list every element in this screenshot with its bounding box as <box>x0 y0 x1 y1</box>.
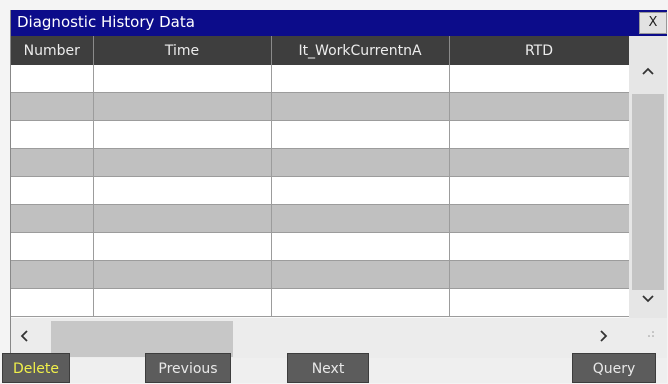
table-cell[interactable] <box>11 92 94 121</box>
table-cell[interactable] <box>11 120 94 149</box>
table-cell[interactable] <box>11 288 94 317</box>
table-cell[interactable] <box>11 65 94 93</box>
table-cell[interactable] <box>11 176 94 205</box>
table-cell[interactable] <box>271 232 450 261</box>
table-cell[interactable] <box>449 260 629 289</box>
table-cell[interactable] <box>93 288 272 317</box>
horizontal-scrollbar[interactable] <box>11 318 667 358</box>
table-row[interactable] <box>11 232 629 261</box>
query-button[interactable]: Query <box>572 353 656 383</box>
table-cell[interactable] <box>93 148 272 177</box>
table-cell[interactable] <box>93 204 272 233</box>
table-cell[interactable] <box>449 92 629 121</box>
table-cell[interactable] <box>11 204 94 233</box>
title-bar: Diagnostic History Data X <box>11 10 667 36</box>
table-cell[interactable] <box>271 92 450 121</box>
table-row[interactable] <box>11 92 629 121</box>
column-header-work-current[interactable]: It_WorkCurrentnA <box>271 36 450 65</box>
table-cell[interactable] <box>449 232 629 261</box>
column-header-time[interactable]: Time <box>93 36 272 65</box>
window-title: Diagnostic History Data <box>17 13 195 31</box>
scroll-down-icon[interactable] <box>629 284 667 314</box>
resize-grip-icon[interactable] <box>647 330 655 341</box>
table-cell[interactable] <box>11 232 94 261</box>
horizontal-scroll-thumb[interactable] <box>51 321 233 357</box>
table-cell[interactable] <box>93 92 272 121</box>
vertical-scroll-thumb[interactable] <box>632 94 664 290</box>
next-button[interactable]: Next <box>287 353 369 383</box>
table-cell[interactable] <box>93 260 272 289</box>
column-header-rtd[interactable]: RTD <box>449 36 629 65</box>
table-cell[interactable] <box>271 204 450 233</box>
table-cell[interactable] <box>271 65 450 93</box>
table-cell[interactable] <box>11 148 94 177</box>
close-button[interactable]: X <box>639 12 667 34</box>
header-row: Number Time It_WorkCurrentnA RTD <box>11 36 629 65</box>
table-row[interactable] <box>11 288 629 317</box>
table-cell[interactable] <box>11 260 94 289</box>
table-cell[interactable] <box>271 288 450 317</box>
history-table: Number Time It_WorkCurrentnA RTD <box>11 36 629 317</box>
column-header-number[interactable]: Number <box>11 36 94 65</box>
table-row[interactable] <box>11 120 629 149</box>
table-row[interactable] <box>11 204 629 233</box>
table-cell[interactable] <box>449 148 629 177</box>
table-cell[interactable] <box>271 176 450 205</box>
diagnostic-history-window: Diagnostic History Data X Number Time It… <box>10 10 667 383</box>
table-row[interactable] <box>11 176 629 205</box>
history-data-grid: Number Time It_WorkCurrentnA RTD <box>11 36 629 318</box>
scroll-right-icon[interactable] <box>599 327 609 348</box>
table-cell[interactable] <box>93 176 272 205</box>
table-row[interactable] <box>11 65 629 93</box>
delete-button[interactable]: Delete <box>2 353 70 383</box>
table-cell[interactable] <box>449 65 629 93</box>
scroll-left-icon[interactable] <box>19 327 29 348</box>
table-cell[interactable] <box>271 260 450 289</box>
previous-button[interactable]: Previous <box>145 353 231 383</box>
table-cell[interactable] <box>271 148 450 177</box>
table-cell[interactable] <box>449 288 629 317</box>
table-body <box>11 65 629 317</box>
table-cell[interactable] <box>93 120 272 149</box>
table-cell[interactable] <box>271 120 450 149</box>
table-cell[interactable] <box>449 204 629 233</box>
table-cell[interactable] <box>93 65 272 93</box>
table-cell[interactable] <box>449 176 629 205</box>
table-row[interactable] <box>11 148 629 177</box>
scroll-up-icon[interactable] <box>629 56 667 86</box>
table-cell[interactable] <box>449 120 629 149</box>
table-row[interactable] <box>11 260 629 289</box>
table-cell[interactable] <box>93 232 272 261</box>
vertical-scrollbar[interactable] <box>629 36 667 318</box>
